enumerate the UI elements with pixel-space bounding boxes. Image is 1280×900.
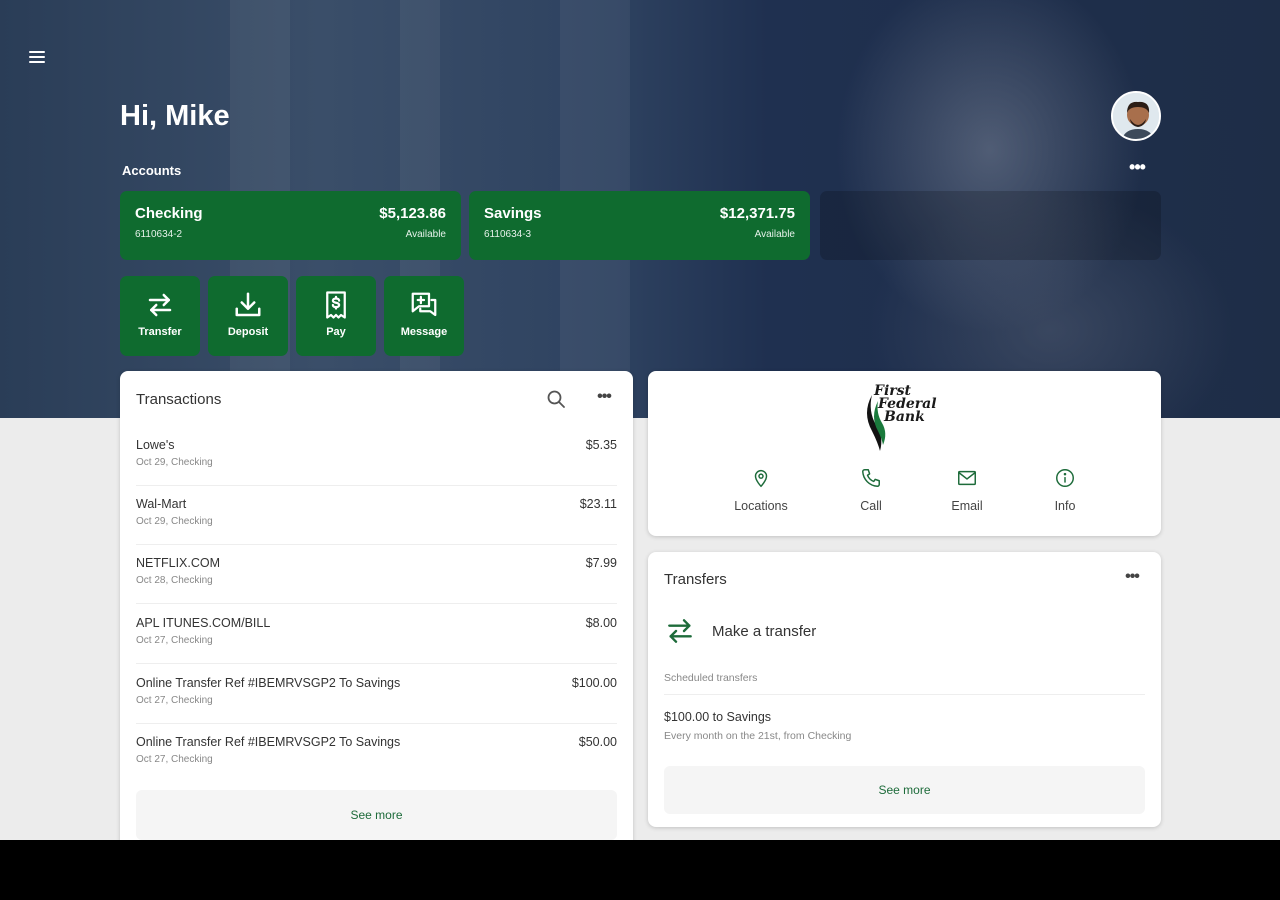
- divider: [664, 694, 1145, 695]
- transaction-meta: Oct 28, Checking: [136, 575, 213, 586]
- transfer-icon: [668, 619, 692, 643]
- locations-label: Locations: [734, 499, 788, 513]
- app-screen: Hi, Mike Accounts ••• Checking $5,123.86…: [0, 0, 1280, 840]
- call-label: Call: [860, 499, 882, 513]
- account-balance: $5,123.86: [379, 205, 446, 222]
- bank-logo-text: First Federal Bank: [874, 384, 937, 425]
- info-label: Info: [1054, 499, 1076, 513]
- deposit-button[interactable]: Deposit: [208, 276, 288, 356]
- info-icon: [1056, 469, 1074, 487]
- message-button[interactable]: Message: [384, 276, 464, 356]
- make-transfer-label: Make a transfer: [712, 623, 817, 640]
- system-bar: [0, 840, 1280, 900]
- transfers-see-more-button[interactable]: See more: [664, 766, 1145, 814]
- account-status: Available: [754, 229, 795, 240]
- transaction-description: Online Transfer Ref #IBEMRVSGP2 To Savin…: [136, 735, 401, 749]
- transfers-more-icon[interactable]: •••: [1118, 567, 1146, 589]
- transaction-row[interactable]: NETFLIX.COM Oct 28, Checking $7.99: [136, 545, 617, 604]
- transactions-see-more-button[interactable]: See more: [136, 790, 617, 840]
- transaction-amount: $8.00: [585, 616, 617, 630]
- account-card-placeholder: [820, 191, 1161, 260]
- transactions-more-icon[interactable]: •••: [590, 387, 618, 409]
- transaction-amount: $100.00: [571, 676, 617, 690]
- message-label: Message: [400, 326, 448, 338]
- transaction-row[interactable]: Online Transfer Ref #IBEMRVSGP2 To Savin…: [136, 665, 617, 724]
- deposit-icon: [235, 292, 261, 317]
- transaction-row[interactable]: Online Transfer Ref #IBEMRVSGP2 To Savin…: [136, 724, 617, 783]
- account-name: Checking: [135, 205, 203, 222]
- locations-button[interactable]: Locations: [716, 467, 806, 513]
- transactions-title: Transactions: [136, 391, 222, 408]
- transaction-meta: Oct 27, Checking: [136, 635, 213, 646]
- accounts-more-icon[interactable]: •••: [1123, 158, 1151, 180]
- transaction-meta: Oct 29, Checking: [136, 457, 213, 468]
- transactions-card: Transactions ••• Lowe's Oct 29, Checking…: [120, 371, 633, 840]
- account-name: Savings: [484, 205, 542, 222]
- account-number: 6110634-3: [484, 229, 532, 240]
- transaction-amount: $7.99: [585, 556, 617, 570]
- transfers-card: Transfers ••• Make a transfer Scheduled …: [648, 552, 1161, 827]
- account-card-savings[interactable]: Savings $12,371.75 6110634-3 Available: [469, 191, 810, 260]
- info-button[interactable]: Info: [1020, 467, 1110, 513]
- transaction-meta: Oct 27, Checking: [136, 754, 213, 765]
- account-status: Available: [405, 229, 446, 240]
- transaction-description: Online Transfer Ref #IBEMRVSGP2 To Savin…: [136, 676, 401, 690]
- make-transfer-button[interactable]: Make a transfer: [664, 614, 1145, 648]
- account-card-checking[interactable]: Checking $5,123.86 6110634-2 Available: [120, 191, 461, 260]
- scheduled-transfer-subtitle: Every month on the 21st, from Checking: [664, 730, 852, 742]
- menu-icon[interactable]: [22, 44, 52, 70]
- transfer-button[interactable]: Transfer: [120, 276, 200, 356]
- scheduled-transfers-label: Scheduled transfers: [664, 672, 758, 684]
- transaction-amount: $5.35: [585, 438, 617, 452]
- transaction-description: APL ITUNES.COM/BILL: [136, 616, 271, 630]
- transfer-icon: [148, 293, 172, 317]
- email-icon: [958, 470, 976, 486]
- bank-info-card: First Federal Bank Locations Call Email: [648, 371, 1161, 536]
- transaction-description: Lowe's: [136, 438, 175, 452]
- pay-icon: [326, 291, 346, 319]
- bank-logo: First Federal Bank: [860, 383, 950, 453]
- transaction-description: NETFLIX.COM: [136, 556, 221, 570]
- scheduled-transfer-item[interactable]: $100.00 to Savings Every month on the 21…: [664, 710, 1145, 750]
- deposit-label: Deposit: [227, 326, 269, 338]
- scheduled-transfer-title: $100.00 to Savings: [664, 710, 772, 724]
- accounts-label: Accounts: [122, 163, 182, 178]
- transaction-amount: $23.11: [579, 497, 617, 511]
- transaction-meta: Oct 29, Checking: [136, 516, 213, 527]
- transfers-title: Transfers: [664, 571, 727, 588]
- account-balance: $12,371.75: [719, 205, 795, 222]
- search-icon[interactable]: [544, 387, 568, 411]
- logo-text-line: Bank: [884, 409, 925, 425]
- avatar[interactable]: [1111, 91, 1161, 141]
- call-button[interactable]: Call: [826, 467, 916, 513]
- transaction-amount: $50.00: [578, 735, 617, 749]
- transaction-description: Wal-Mart: [136, 497, 187, 511]
- transaction-row[interactable]: APL ITUNES.COM/BILL Oct 27, Checking $8.…: [136, 605, 617, 664]
- pay-label: Pay: [326, 326, 346, 338]
- pay-button[interactable]: Pay: [296, 276, 376, 356]
- account-number: 6110634-2: [135, 229, 183, 240]
- email-label: Email: [951, 499, 983, 513]
- transfer-label: Transfer: [138, 326, 182, 338]
- email-button[interactable]: Email: [922, 467, 1012, 513]
- phone-icon: [862, 469, 880, 487]
- transaction-meta: Oct 27, Checking: [136, 695, 213, 706]
- transaction-row[interactable]: Wal-Mart Oct 29, Checking $23.11: [136, 486, 617, 545]
- message-icon: [411, 292, 437, 317]
- greeting: Hi, Mike: [120, 100, 230, 132]
- location-pin-icon: [754, 470, 768, 488]
- transaction-row[interactable]: Lowe's Oct 29, Checking $5.35: [136, 427, 617, 486]
